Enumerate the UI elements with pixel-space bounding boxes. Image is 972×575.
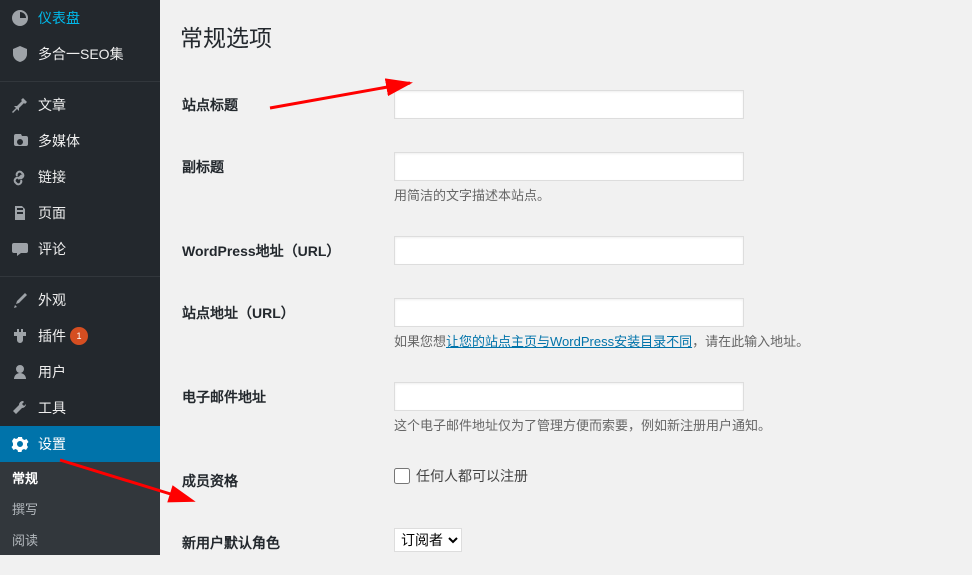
menu-label: 评论 [38, 239, 66, 259]
desc-site-url: 如果您想让您的站点主页与WordPress安装目录不同，请在此输入地址。 [394, 331, 940, 350]
input-wp-url[interactable] [394, 236, 744, 265]
page-title: 常规选项 [180, 10, 952, 73]
desc-email: 这个电子邮件地址仅为了管理方便而索要，例如新注册用户通知。 [394, 415, 940, 434]
comment-icon [10, 239, 30, 259]
label-site-url: 站点地址（URL） [182, 283, 382, 365]
link-icon [10, 167, 30, 187]
select-default-role[interactable]: 订阅者 [394, 528, 462, 552]
content-area: 常规选项 站点标题 副标题 用简洁的文字描述本站点。 WordPress地址（U… [160, 0, 972, 522]
update-badge: 1 [70, 327, 88, 345]
menu-label: 设置 [38, 434, 66, 454]
menu-comments[interactable]: 评论 [0, 231, 160, 267]
submenu-writing[interactable]: 撰写 [0, 493, 160, 524]
menu-separator [0, 272, 160, 277]
label-email: 电子邮件地址 [182, 367, 382, 449]
menu-settings[interactable]: 设置 [0, 426, 160, 462]
menu-label: 仪表盘 [38, 8, 80, 28]
tool-icon [10, 398, 30, 418]
admin-sidebar: 仪表盘 多合一SEO集 文章 多媒体 链接 页面 评论 外观 插件 1 用户 工 [0, 0, 160, 522]
media-icon [10, 131, 30, 151]
submenu-general[interactable]: 常规 [0, 462, 160, 493]
menu-label: 链接 [38, 167, 66, 187]
desc-tagline: 用简洁的文字描述本站点。 [394, 185, 940, 204]
menu-label: 外观 [38, 290, 66, 310]
menu-label: 插件 [38, 326, 66, 346]
label-default-role: 新用户默认角色 [182, 513, 382, 573]
menu-separator [0, 77, 160, 82]
checkbox-membership-label[interactable]: 任何人都可以注册 [394, 466, 940, 486]
menu-dashboard[interactable]: 仪表盘 [0, 0, 160, 36]
input-site-title[interactable] [394, 90, 744, 119]
menu-seo[interactable]: 多合一SEO集 [0, 36, 160, 72]
menu-label: 多合一SEO集 [38, 44, 124, 64]
menu-label: 多媒体 [38, 131, 80, 151]
link-site-url-help[interactable]: 让您的站点主页与WordPress安装目录不同 [446, 334, 692, 349]
shield-icon [10, 44, 30, 64]
label-site-title: 站点标题 [182, 75, 382, 135]
settings-icon [10, 434, 30, 454]
menu-users[interactable]: 用户 [0, 354, 160, 390]
menu-tools[interactable]: 工具 [0, 390, 160, 426]
dashboard-icon [10, 8, 30, 28]
user-icon [10, 362, 30, 382]
settings-form: 站点标题 副标题 用简洁的文字描述本站点。 WordPress地址（URL） 站… [180, 73, 952, 575]
settings-submenu: 常规 撰写 阅读 [0, 462, 160, 555]
menu-plugins[interactable]: 插件 1 [0, 318, 160, 354]
plugin-icon [10, 326, 30, 346]
checkbox-membership[interactable] [394, 468, 410, 484]
menu-pages[interactable]: 页面 [0, 195, 160, 231]
label-membership: 成员资格 [182, 451, 382, 511]
menu-posts[interactable]: 文章 [0, 87, 160, 123]
submenu-reading[interactable]: 阅读 [0, 524, 160, 555]
checkbox-text: 任何人都可以注册 [416, 466, 528, 486]
input-email[interactable] [394, 382, 744, 411]
pin-icon [10, 95, 30, 115]
menu-label: 文章 [38, 95, 66, 115]
page-icon [10, 203, 30, 223]
menu-label: 工具 [38, 398, 66, 418]
input-tagline[interactable] [394, 152, 744, 181]
menu-links[interactable]: 链接 [0, 159, 160, 195]
menu-label: 页面 [38, 203, 66, 223]
label-wp-url: WordPress地址（URL） [182, 221, 382, 281]
label-tagline: 副标题 [182, 137, 382, 219]
menu-label: 用户 [38, 362, 66, 382]
menu-media[interactable]: 多媒体 [0, 123, 160, 159]
brush-icon [10, 290, 30, 310]
menu-appearance[interactable]: 外观 [0, 282, 160, 318]
input-site-url[interactable] [394, 298, 744, 327]
